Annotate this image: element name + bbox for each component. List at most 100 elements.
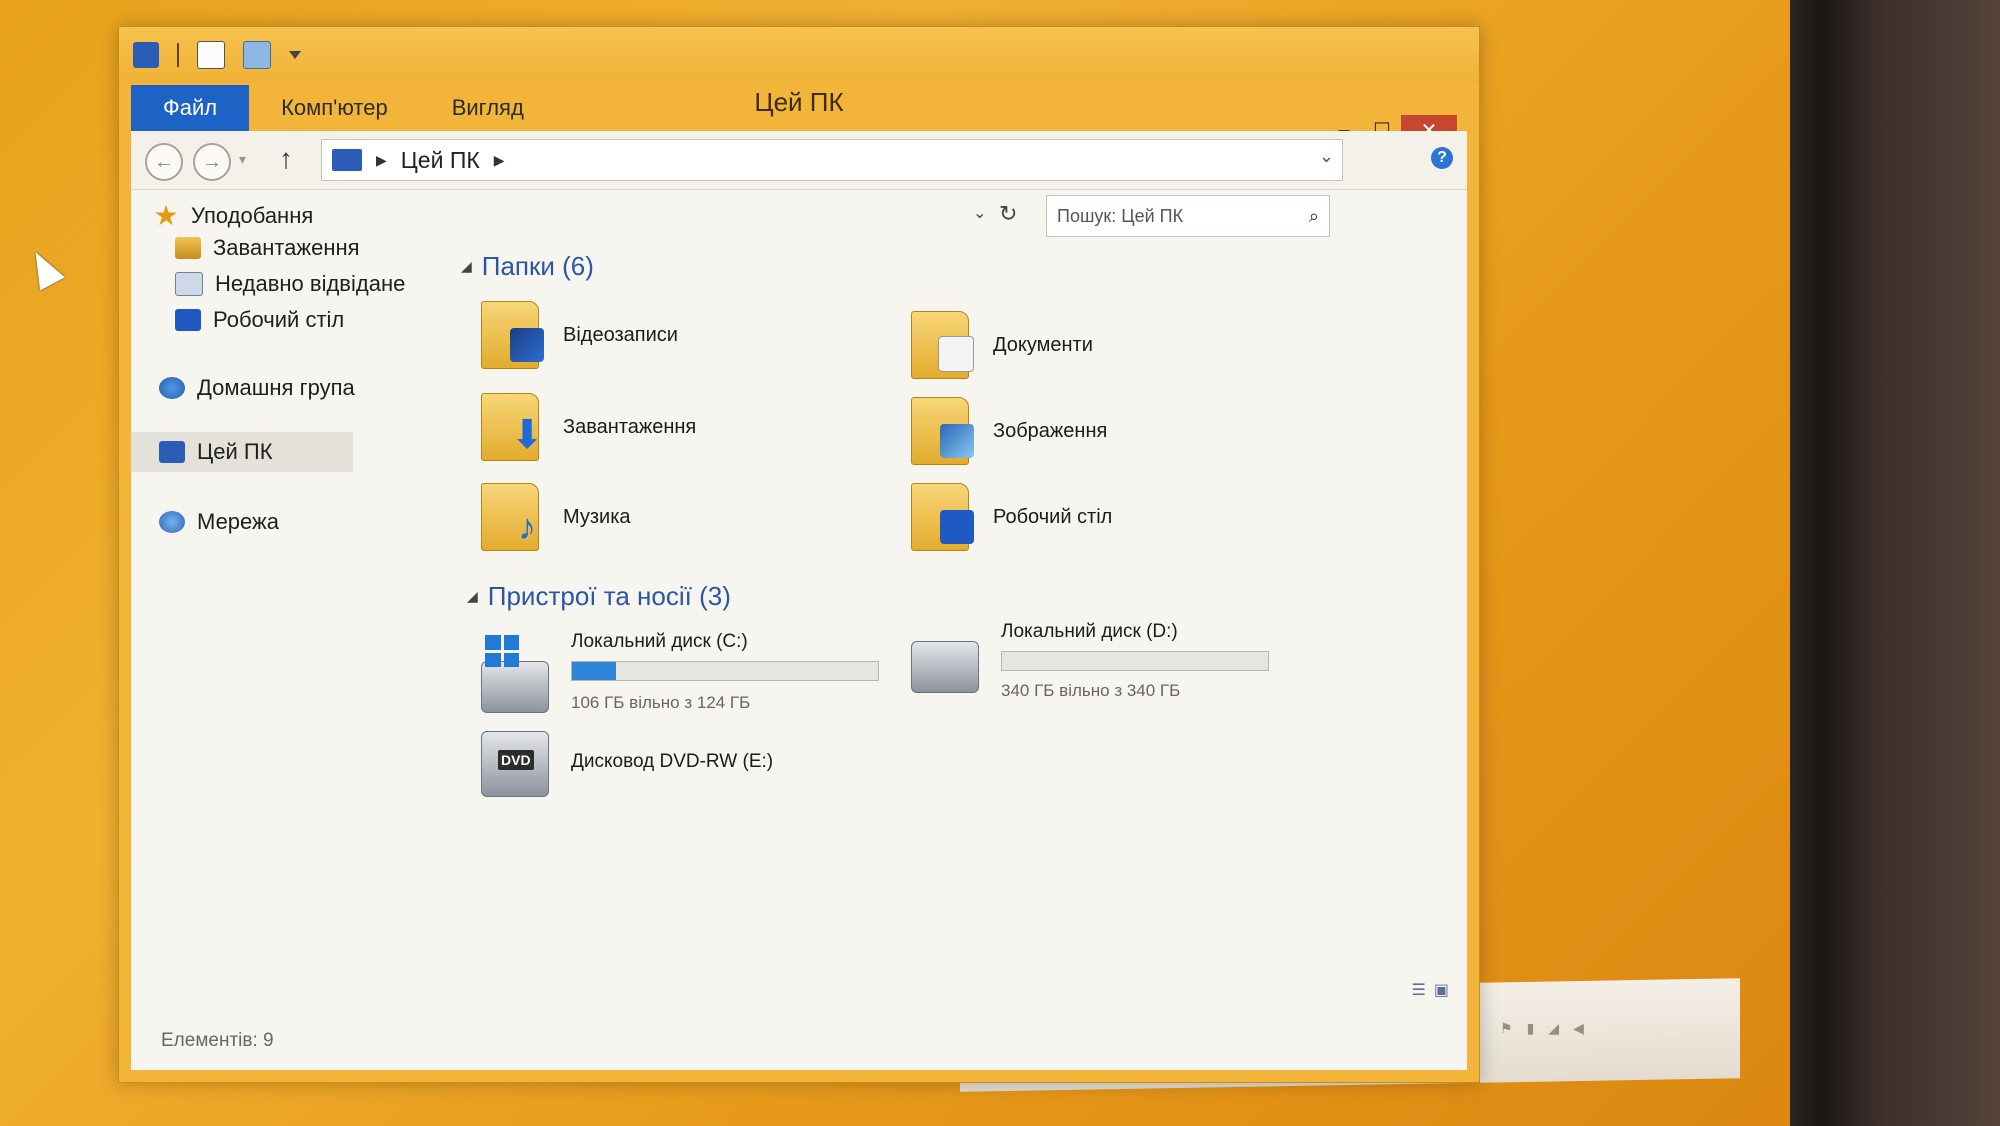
folder-icon: ♪ <box>481 483 539 551</box>
new-folder-icon[interactable] <box>243 41 271 69</box>
folder-pictures[interactable]: Зображення <box>911 397 1107 465</box>
title-bar <box>119 27 1479 83</box>
sidebar-item-label: Домашня група <box>197 375 355 400</box>
customize-toolbar-icon[interactable] <box>289 51 301 59</box>
chevron-right-icon[interactable]: ▶ <box>494 152 505 169</box>
drive-free-space: 106 ГБ вільно з 124 ГБ <box>571 693 751 712</box>
up-button[interactable]: ↑ <box>279 143 293 175</box>
folder-icon <box>481 301 544 369</box>
folder-videos[interactable]: Відеозаписи <box>481 301 678 369</box>
sidebar-item-favorites[interactable]: ★ Уподобання <box>153 199 313 232</box>
window-title: Цей ПК <box>754 87 844 117</box>
folder-documents[interactable]: Документи <box>911 311 1093 379</box>
folder-label: Завантаження <box>563 415 697 438</box>
chevron-down-icon[interactable]: ⌄ <box>1319 146 1334 167</box>
folder-label: Зображення <box>993 419 1108 442</box>
search-input[interactable]: Пошук: Цей ПК <box>1047 206 1309 227</box>
recent-places-icon <box>175 272 203 296</box>
large-icons-view-icon[interactable]: ▣ <box>1434 980 1449 1000</box>
sidebar-item-label: Завантаження <box>213 235 360 260</box>
help-icon[interactable]: ? <box>1431 147 1453 169</box>
computer-icon[interactable] <box>133 42 159 68</box>
folder-label: Відеозаписи <box>563 323 678 346</box>
folder-icon <box>911 483 974 551</box>
search-box[interactable]: Пошук: Цей ПК ⌕ <box>1046 195 1330 237</box>
view-buttons: ☰ ▣ <box>1412 980 1449 1000</box>
drive-usage-bar <box>1001 651 1269 671</box>
devices-section-header[interactable]: ◢ Пристрої та носії (3) <box>467 581 731 612</box>
refresh-icon[interactable]: ↻ <box>999 201 1017 227</box>
downloads-icon <box>175 237 201 259</box>
arrow-down-icon: ⬇ <box>510 413 544 457</box>
folders-section-header[interactable]: ◢ Папки (6) <box>461 251 594 282</box>
sidebar-item-downloads[interactable]: Завантаження <box>175 235 360 261</box>
folder-icon: ⬇ <box>481 393 544 461</box>
collapse-icon[interactable]: ◢ <box>467 588 478 605</box>
folder-label: Музика <box>563 505 631 528</box>
properties-icon[interactable] <box>197 41 225 69</box>
windows-logo-icon <box>485 635 519 667</box>
folder-music[interactable]: ♪ Музика <box>481 483 631 551</box>
recent-locations-icon[interactable]: ▾ <box>239 151 246 168</box>
drive-free-space: 340 ГБ вільно з 340 ГБ <box>1001 681 1181 700</box>
sidebar-item-label: Недавно відвідане <box>215 271 406 296</box>
sidebar-item-network[interactable]: Мережа <box>159 509 279 535</box>
address-dropdown-icon[interactable]: ⌄ <box>973 203 986 223</box>
navigation-pane: ★ Уподобання Завантаження Недавно відвід… <box>131 195 461 1030</box>
desktop-icon <box>175 309 201 331</box>
monitor-bezel <box>1790 0 2000 1126</box>
hard-drive-icon <box>481 661 549 713</box>
drive-label: Локальний диск (D:) <box>1001 621 1178 642</box>
folder-icon <box>911 397 974 465</box>
network-icon <box>159 511 185 533</box>
sidebar-item-label: Цей ПК <box>197 439 273 464</box>
explorer-window: Файл Комп'ютер Вигляд Цей ПК – ☐ ✕ ← → ▾… <box>118 26 1480 1083</box>
details-view-icon[interactable]: ☰ <box>1412 980 1426 1000</box>
folder-label: Документи <box>993 333 1093 356</box>
picture-icon <box>940 424 974 458</box>
music-note-icon: ♪ <box>518 506 536 547</box>
system-tray: ⚑ ▮ ◢ ◀ <box>1500 1020 1584 1037</box>
chevron-right-icon[interactable]: ▶ <box>376 152 387 169</box>
folder-downloads[interactable]: ⬇ Завантаження <box>481 393 696 461</box>
forward-button[interactable]: → <box>193 143 231 181</box>
explorer-client: ← → ▾ ↑ ▶ Цей ПК ▶ ⌄ ? ⌄ ↻ Пошук: Цей ПК… <box>131 131 1467 1070</box>
drive-usage-bar <box>571 661 879 681</box>
folder-desktop[interactable]: Робочий стіл <box>911 483 1112 551</box>
battery-icon[interactable]: ▮ <box>1527 1020 1535 1037</box>
computer-icon <box>159 441 185 463</box>
section-title: Пристрої та носії (3) <box>487 581 731 611</box>
quick-access-toolbar <box>133 41 301 69</box>
flag-icon[interactable]: ⚑ <box>1500 1020 1513 1037</box>
back-button[interactable]: ← <box>145 143 183 181</box>
sidebar-item-label: Уподобання <box>191 202 314 228</box>
network-signal-icon[interactable]: ◢ <box>1548 1020 1559 1037</box>
drive-usage-fill <box>572 662 617 680</box>
sidebar-item-desktop[interactable]: Робочий стіл <box>175 307 344 333</box>
desktop-icon <box>940 510 974 544</box>
hard-drive-icon <box>911 641 979 693</box>
homegroup-icon <box>159 377 185 399</box>
star-icon: ★ <box>153 200 179 231</box>
toolbar-separator <box>177 43 179 67</box>
volume-icon[interactable]: ◀ <box>1573 1020 1584 1037</box>
sidebar-item-homegroup[interactable]: Домашня група <box>159 375 355 401</box>
mouse-cursor-icon <box>23 245 65 291</box>
drive-label: Дисковод DVD-RW (E:) <box>571 751 774 772</box>
dvd-icon: DVD <box>498 750 534 770</box>
dvd-drive-icon: DVD <box>481 731 549 797</box>
collapse-icon[interactable]: ◢ <box>461 258 472 275</box>
navigation-bar: ← → ▾ ↑ ▶ Цей ПК ▶ ⌄ ? <box>131 131 1467 190</box>
address-path[interactable]: Цей ПК <box>401 147 480 174</box>
address-bar[interactable]: ▶ Цей ПК ▶ ⌄ <box>321 139 1343 181</box>
sidebar-item-this-pc[interactable]: Цей ПК <box>159 439 273 465</box>
search-icon[interactable]: ⌕ <box>1309 206 1319 227</box>
sidebar-item-label: Мережа <box>197 509 279 534</box>
drive-label: Локальний диск (C:) <box>571 631 748 652</box>
status-bar-count: Елементів: 9 <box>161 1030 274 1051</box>
document-icon <box>938 336 974 372</box>
sidebar-item-label: Робочий стіл <box>213 307 345 332</box>
folder-icon <box>911 311 974 379</box>
sidebar-item-recent[interactable]: Недавно відвідане <box>175 271 405 297</box>
computer-icon <box>332 149 362 171</box>
